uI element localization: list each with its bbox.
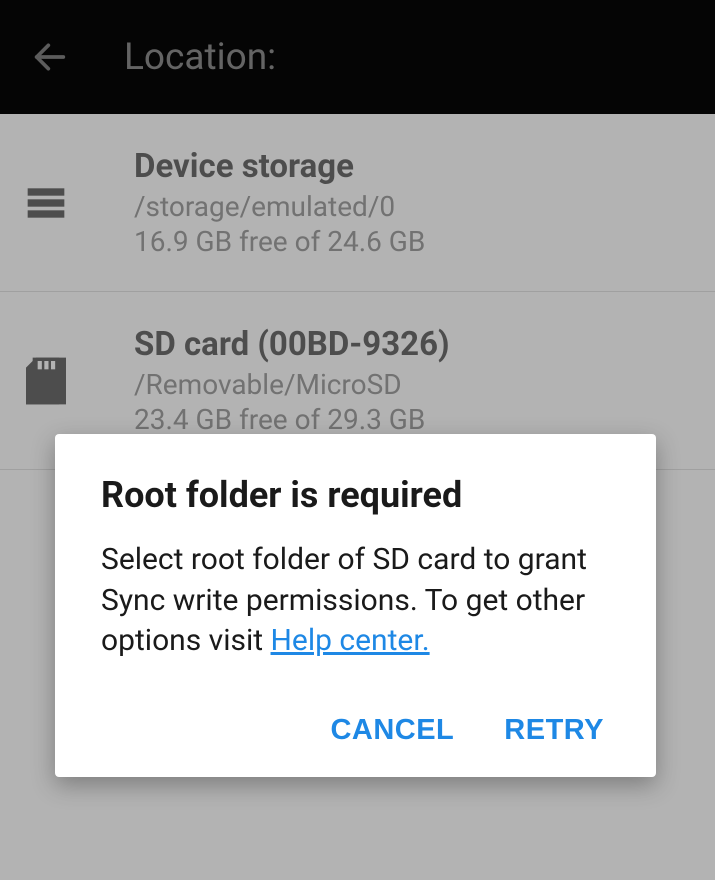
permission-dialog: Root folder is required Select root fold…	[55, 434, 656, 777]
dialog-message: Select root folder of SD card to grant S…	[101, 540, 610, 662]
help-center-link[interactable]: Help center.	[271, 623, 430, 658]
dialog-title: Root folder is required	[101, 474, 610, 516]
cancel-button[interactable]: CANCEL	[328, 710, 456, 751]
dialog-actions: CANCEL RETRY	[101, 710, 610, 751]
retry-button[interactable]: RETRY	[502, 710, 606, 751]
modal-overlay	[0, 0, 715, 114]
